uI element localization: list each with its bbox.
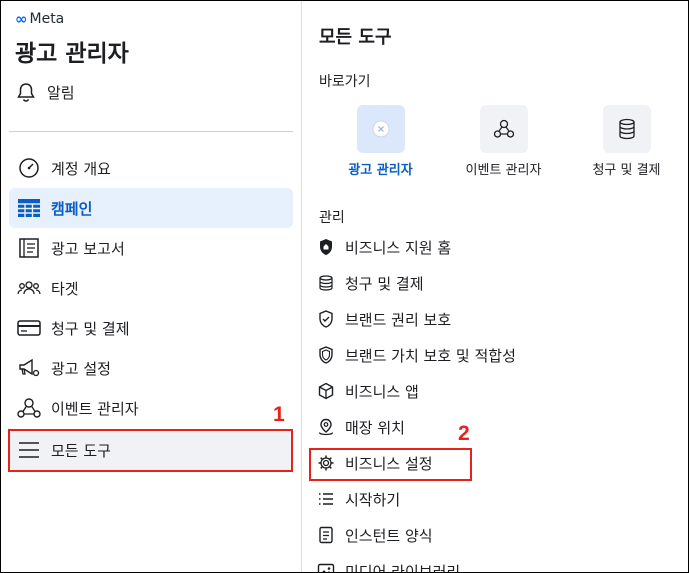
brand-name: Meta (29, 11, 65, 27)
manage-item-brand-safety[interactable]: 브랜드 가치 보호 및 적합성 (317, 337, 687, 373)
notifications-label: 알림 (47, 83, 75, 102)
gauge-icon (17, 156, 41, 180)
coin-stack-icon (616, 117, 638, 141)
shortcut-ads-manager[interactable]: 광고 관리자 (319, 105, 442, 178)
sidebar-item-label: 타겟 (51, 279, 79, 298)
sidebar-item-label: 캠페인 (51, 199, 93, 218)
events-network-icon (17, 396, 41, 420)
manage-item-label: 미디어 라이브러리 (345, 562, 461, 573)
manage-item-label: 비즈니스 지원 홈 (345, 238, 452, 257)
ads-manager-tile (356, 105, 405, 153)
manage-heading: 관리 (319, 210, 345, 226)
annotation-number-1: 1 (273, 403, 285, 426)
sidebar-item-events-manager[interactable]: 이벤트 관리자 (9, 388, 293, 428)
manage-item-label: 비즈니스 설정 (345, 454, 433, 473)
meta-logo: ∞ Meta (15, 10, 64, 28)
screen: ∞ Meta 광고 관리자 알림 계정 개요 캠페인 광고 보고서 타겟 청구 … (0, 0, 689, 573)
manage-item-label: 시작하기 (345, 490, 401, 509)
coin-stack-icon (317, 274, 335, 292)
shield-check-icon (317, 310, 335, 328)
meta-infinity-icon: ∞ (15, 10, 27, 28)
highlight-box-1 (8, 429, 293, 472)
shortcut-events-manager[interactable]: 이벤트 관리자 (442, 105, 565, 178)
image-icon (317, 562, 335, 572)
report-icon (17, 236, 41, 260)
checklist-icon (317, 490, 335, 508)
manage-item-business-settings[interactable]: 비즈니스 설정 (317, 445, 687, 481)
shortcut-label: 이벤트 관리자 (465, 163, 542, 178)
sidebar-item-billing[interactable]: 청구 및 결제 (9, 308, 293, 348)
events-network-icon (492, 117, 516, 141)
manage-item-label: 브랜드 가치 보호 및 적합성 (345, 346, 516, 365)
ads-manager-icon (371, 119, 391, 139)
manage-item-business-support-home[interactable]: 비즈니스 지원 홈 (317, 229, 687, 265)
bell-icon (15, 81, 37, 103)
sidebar-item-campaigns[interactable]: 캠페인 (9, 188, 293, 228)
cube-icon (317, 382, 335, 400)
manage-item-label: 인스턴트 양식 (345, 526, 433, 545)
notifications-button[interactable]: 알림 (15, 81, 75, 103)
manage-item-media-library[interactable]: 미디어 라이브러리 (317, 553, 687, 573)
manage-item-label: 비즈니스 앱 (345, 382, 419, 401)
credit-card-icon (17, 316, 41, 340)
shortcut-label: 청구 및 결제 (592, 163, 661, 178)
sidebar-item-ads-reporting[interactable]: 광고 보고서 (9, 228, 293, 268)
manage-item-instant-forms[interactable]: 인스턴트 양식 (317, 517, 687, 553)
sidebar-item-ad-settings[interactable]: 광고 설정 (9, 348, 293, 388)
manage-item-label: 브랜드 권리 보호 (345, 310, 452, 329)
shortcut-billing[interactable]: 청구 및 결제 (565, 105, 688, 178)
shortcut-label: 광고 관리자 (348, 163, 413, 178)
manage-item-brand-rights-protection[interactable]: 브랜드 권리 보호 (317, 301, 687, 337)
shortcuts-row: 광고 관리자 이벤트 관리자 청구 및 결제 (319, 105, 688, 178)
sidebar-item-account-overview[interactable]: 계정 개요 (9, 148, 293, 188)
people-icon (17, 276, 41, 300)
table-grid-icon (17, 196, 41, 220)
manage-item-store-locations[interactable]: 매장 위치 (317, 409, 687, 445)
sidebar-item-label: 청구 및 결제 (51, 319, 130, 338)
form-document-icon (317, 526, 335, 544)
manage-item-label: 청구 및 결제 (345, 274, 424, 293)
app-title: 광고 관리자 (15, 41, 129, 67)
sidebar-divider (9, 131, 293, 132)
gear-icon (317, 454, 335, 472)
manage-item-business-apps[interactable]: 비즈니스 앱 (317, 373, 687, 409)
billing-tile (602, 105, 651, 153)
panel-title: 모든 도구 (319, 27, 392, 48)
sidebar: ∞ Meta 광고 관리자 알림 계정 개요 캠페인 광고 보고서 타겟 청구 … (1, 1, 302, 572)
all-tools-panel: 모든 도구 바로가기 광고 관리자 이벤트 관리자 청구 및 결제 관리 비즈니… (303, 1, 688, 573)
manage-item-billing[interactable]: 청구 및 결제 (317, 265, 687, 301)
megaphone-gear-icon (17, 356, 41, 380)
shortcuts-heading: 바로가기 (319, 74, 371, 90)
sidebar-item-audiences[interactable]: 타겟 (9, 268, 293, 308)
sidebar-nav: 계정 개요 캠페인 광고 보고서 타겟 청구 및 결제 광고 설정 이벤트 관리… (9, 148, 293, 470)
location-pin-icon (317, 418, 335, 436)
sidebar-item-label: 계정 개요 (51, 159, 111, 178)
events-manager-tile (479, 105, 528, 153)
manage-list: 비즈니스 지원 홈 청구 및 결제 브랜드 권리 보호 브랜드 가치 보호 및 … (317, 229, 687, 573)
sidebar-item-label: 광고 설정 (51, 359, 111, 378)
manage-item-label: 매장 위치 (345, 418, 405, 437)
manage-item-get-started[interactable]: 시작하기 (317, 481, 687, 517)
sidebar-item-label: 이벤트 관리자 (51, 399, 139, 418)
sidebar-item-label: 광고 보고서 (51, 239, 125, 258)
shield-outline-icon (317, 346, 335, 364)
shield-badge-icon (317, 238, 335, 256)
